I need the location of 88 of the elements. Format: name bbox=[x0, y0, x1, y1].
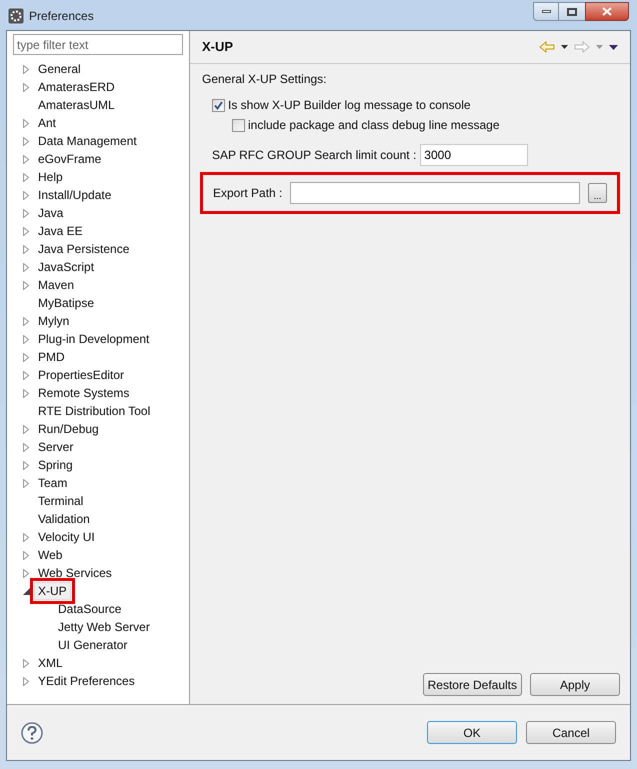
maximize-button[interactable] bbox=[559, 2, 585, 21]
minimize-button[interactable] bbox=[533, 2, 559, 21]
limit-field[interactable]: 3000 bbox=[420, 144, 528, 166]
tree-item[interactable]: Install/Update bbox=[34, 186, 116, 204]
tree-item[interactable]: MyBatipse bbox=[34, 294, 98, 312]
collapsed-triangle-icon[interactable] bbox=[23, 64, 29, 74]
tree-item[interactable]: Velocity UI bbox=[34, 528, 99, 546]
collapsed-triangle-icon[interactable] bbox=[23, 352, 29, 362]
close-icon bbox=[602, 7, 612, 16]
tree-item[interactable]: Java EE bbox=[34, 222, 87, 240]
tree-item[interactable]: Terminal bbox=[34, 492, 88, 510]
ok-button[interactable]: OK bbox=[427, 721, 517, 744]
tree-item[interactable]: Validation bbox=[34, 510, 94, 528]
tree-item[interactable]: Maven bbox=[34, 276, 78, 294]
tree-item[interactable]: General bbox=[34, 60, 85, 78]
checkbox[interactable] bbox=[212, 98, 225, 112]
tree-item[interactable]: Web bbox=[34, 546, 66, 564]
collapsed-triangle-icon[interactable] bbox=[23, 658, 29, 668]
collapsed-triangle-icon[interactable] bbox=[23, 442, 29, 452]
tree-item[interactable]: JavaScript bbox=[34, 258, 98, 276]
tree-item[interactable]: Mylyn bbox=[34, 312, 74, 330]
collapsed-triangle-icon[interactable] bbox=[23, 388, 29, 398]
collapsed-triangle-icon[interactable] bbox=[23, 676, 29, 686]
forward-arrow-icon[interactable] bbox=[574, 41, 590, 53]
tree-item[interactable]: PropertiesEditor bbox=[34, 366, 128, 384]
restore-defaults-button[interactable]: Restore Defaults bbox=[422, 673, 522, 696]
window-title: Preferences bbox=[29, 8, 94, 25]
collapsed-triangle-icon[interactable] bbox=[23, 370, 29, 380]
tree-item[interactable]: AmaterasERD bbox=[34, 78, 119, 96]
collapsed-triangle-icon[interactable] bbox=[23, 226, 29, 236]
collapsed-triangle-icon[interactable] bbox=[23, 280, 29, 290]
export-path-field[interactable] bbox=[290, 182, 580, 204]
limit-label: SAP RFC GROUP Search limit count : bbox=[212, 147, 416, 164]
tree-item[interactable]: Ant bbox=[34, 114, 60, 132]
checkbox[interactable] bbox=[232, 118, 245, 132]
cancel-button[interactable]: Cancel bbox=[526, 721, 616, 744]
tree-item[interactable]: UI Generator bbox=[54, 636, 132, 654]
help-icon[interactable] bbox=[21, 722, 43, 744]
tree-item[interactable]: DataSource bbox=[54, 600, 126, 618]
tree-item[interactable]: Spring bbox=[34, 456, 77, 474]
tree-item[interactable]: Data Management bbox=[34, 132, 141, 150]
collapsed-triangle-icon[interactable] bbox=[23, 478, 29, 488]
collapsed-triangle-icon[interactable] bbox=[23, 136, 29, 146]
tree-item[interactable]: Remote Systems bbox=[34, 384, 134, 402]
page-title: X-UP bbox=[202, 38, 234, 56]
filter-field[interactable]: type filter text bbox=[13, 34, 183, 55]
tree-item[interactable]: XML bbox=[34, 654, 67, 672]
checkbox-label: include package and class debug line message bbox=[248, 117, 500, 134]
checkbox-label: Is show X-UP Builder log message to console bbox=[228, 97, 471, 114]
close-button[interactable] bbox=[585, 2, 629, 21]
collapsed-triangle-icon[interactable] bbox=[23, 424, 29, 434]
tree-item[interactable]: RTE Distribution Tool bbox=[34, 402, 154, 420]
tree-item[interactable]: PMD bbox=[34, 348, 69, 366]
collapsed-triangle-icon[interactable] bbox=[23, 460, 29, 470]
section-label: General X-UP Settings: bbox=[202, 71, 328, 88]
collapsed-triangle-icon[interactable] bbox=[23, 262, 29, 272]
collapsed-triangle-icon[interactable] bbox=[23, 550, 29, 560]
tree-item[interactable]: Plug-in Development bbox=[34, 330, 154, 348]
tree-item[interactable]: Help bbox=[34, 168, 67, 186]
tree-item[interactable]: AmaterasUML bbox=[34, 96, 119, 114]
tree-item[interactable]: Java bbox=[34, 204, 68, 222]
collapsed-triangle-icon[interactable] bbox=[23, 172, 29, 182]
collapsed-triangle-icon[interactable] bbox=[23, 334, 29, 344]
tree-item[interactable]: eGovFrame bbox=[34, 150, 106, 168]
collapsed-triangle-icon[interactable] bbox=[23, 244, 29, 254]
export-path-label: Export Path : bbox=[213, 185, 282, 202]
collapsed-triangle-icon[interactable] bbox=[23, 190, 29, 200]
dropdown-caret-icon[interactable] bbox=[561, 45, 568, 49]
collapsed-triangle-icon[interactable] bbox=[23, 532, 29, 542]
view-menu-icon[interactable] bbox=[609, 44, 618, 50]
tree-item[interactable]: Server bbox=[34, 438, 78, 456]
collapsed-triangle-icon[interactable] bbox=[23, 316, 29, 326]
collapsed-triangle-icon[interactable] bbox=[23, 154, 29, 164]
tree-item[interactable]: Jetty Web Server bbox=[54, 618, 154, 636]
collapsed-triangle-icon[interactable] bbox=[23, 208, 29, 218]
tree-item[interactable]: Run/Debug bbox=[34, 420, 103, 438]
gear-icon bbox=[8, 8, 24, 24]
tree-item[interactable]: YEdit Preferences bbox=[34, 672, 139, 690]
expanded-triangle-icon[interactable] bbox=[22, 588, 30, 594]
apply-button[interactable]: Apply bbox=[530, 673, 620, 696]
back-arrow-icon[interactable] bbox=[539, 41, 555, 53]
collapsed-triangle-icon[interactable] bbox=[23, 82, 29, 92]
tree-item[interactable]: Java Persistence bbox=[34, 240, 134, 258]
browse-button[interactable]: ... bbox=[588, 183, 607, 203]
tree-item[interactable]: Web Services bbox=[34, 564, 116, 582]
collapsed-triangle-icon[interactable] bbox=[23, 118, 29, 128]
collapsed-triangle-icon[interactable] bbox=[23, 568, 29, 578]
tree-item[interactable]: Team bbox=[34, 474, 72, 492]
